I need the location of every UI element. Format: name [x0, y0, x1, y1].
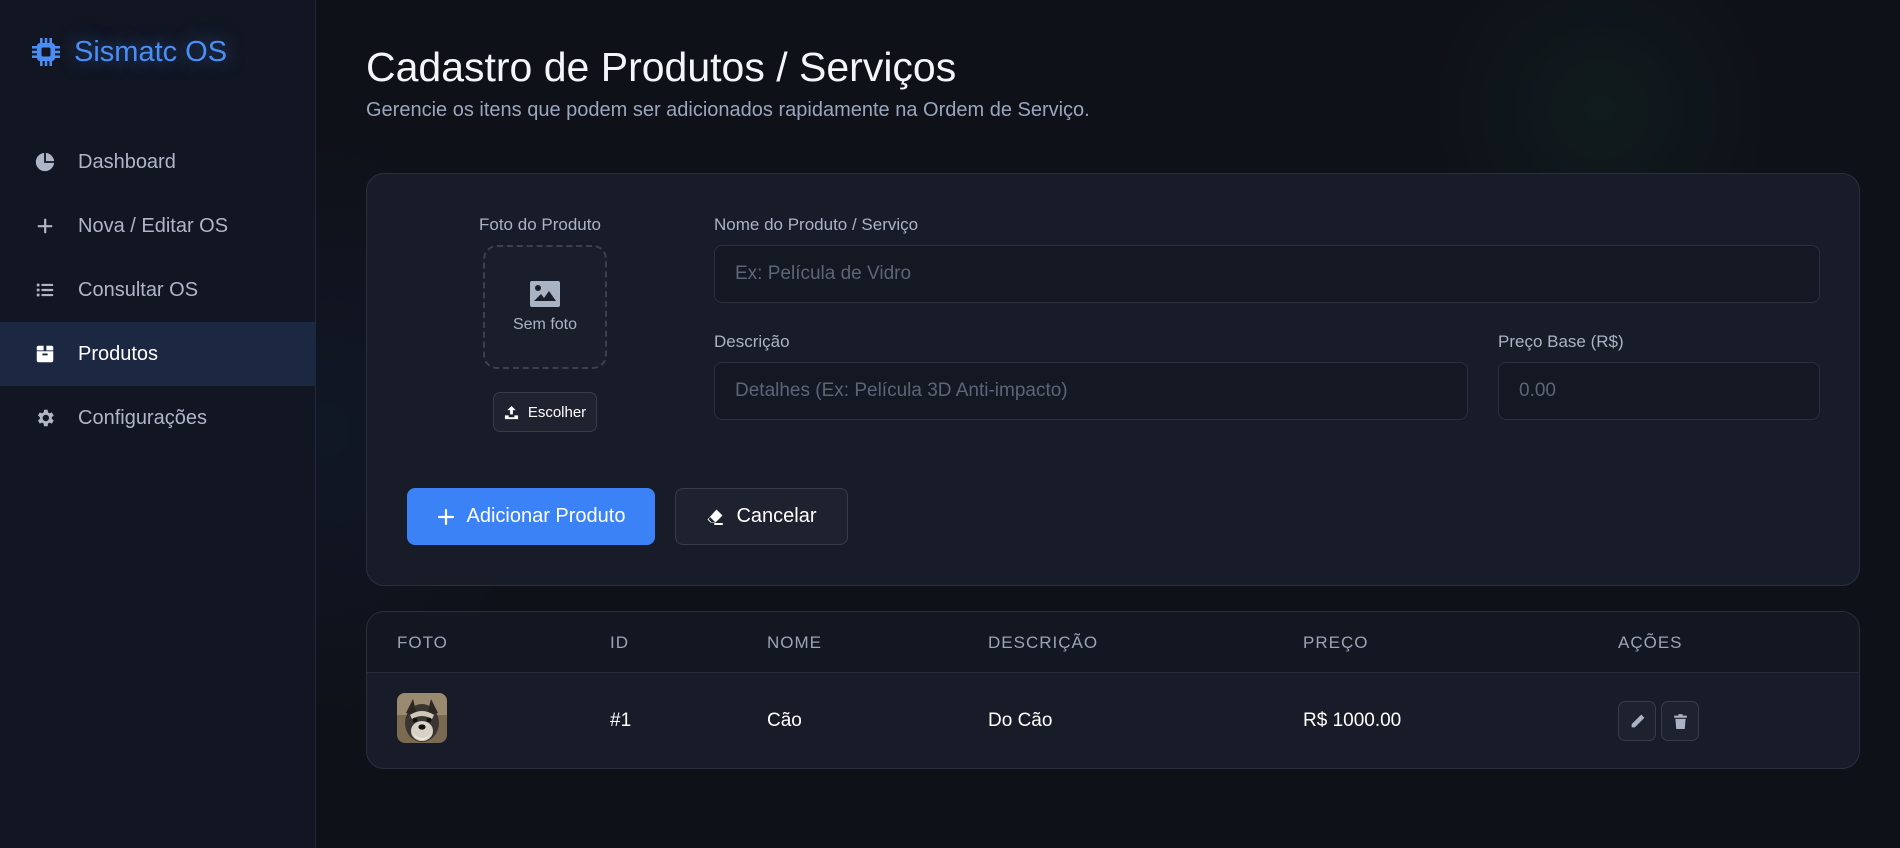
header-photo: FOTO [397, 633, 448, 652]
product-form-card: Foto do Produto Sem foto Escolher Nome d… [366, 173, 1860, 586]
photo-dropzone[interactable]: Sem foto [483, 245, 607, 369]
header-name: NOME [767, 633, 822, 652]
add-product-button[interactable]: Adicionar Produto [407, 488, 655, 545]
edit-button[interactable] [1618, 701, 1656, 741]
eraser-icon [707, 509, 724, 525]
sidebar: Sismatc OS Dashboard Nova / Editar OS Co… [0, 0, 316, 848]
price-label: Preço Base (R$) [1498, 332, 1624, 351]
cell-name: Cão [767, 710, 802, 731]
sidebar-item-label: Produtos [78, 342, 159, 365]
sidebar-item-label: Dashboard [78, 150, 176, 173]
sidebar-nav: Dashboard Nova / Editar OS Consultar OS … [0, 130, 316, 450]
no-photo-text: Sem foto [512, 316, 578, 333]
sidebar-item-nova-editar-os[interactable]: Nova / Editar OS [0, 194, 316, 258]
pie-chart-icon [35, 152, 55, 172]
main-content: Cadastro de Produtos / Serviços Gerencie… [316, 0, 1900, 848]
product-thumbnail [397, 693, 447, 743]
page-subtitle: Gerencie os itens que podem ser adiciona… [366, 99, 1090, 121]
add-product-label: Adicionar Produto [466, 505, 626, 527]
cell-description: Do Cão [988, 710, 1053, 731]
description-label: Descrição [714, 332, 790, 351]
photo-label: Foto do Produto [479, 215, 601, 234]
name-label: Nome do Produto / Serviço [714, 215, 919, 234]
products-table: FOTO ID NOME DESCRIÇÃO PREÇO AÇÕES #1 Cã… [366, 611, 1860, 769]
brand-name: Sismatc OS [74, 35, 228, 68]
trash-icon [1673, 713, 1687, 729]
cell-price: R$ 1000.00 [1303, 710, 1402, 731]
page-title: Cadastro de Produtos / Serviços [366, 44, 957, 90]
gear-icon [37, 409, 54, 427]
cell-id: #1 [610, 710, 632, 731]
delete-button[interactable] [1661, 701, 1699, 741]
sidebar-item-label: Configurações [78, 406, 207, 429]
header-actions: AÇÕES [1618, 633, 1683, 652]
sidebar-item-produtos[interactable]: Produtos [0, 322, 316, 386]
cancel-button[interactable]: Cancelar [675, 488, 848, 545]
sidebar-item-dashboard[interactable]: Dashboard [0, 130, 316, 194]
choose-label: Escolher [527, 403, 587, 421]
choose-photo-button[interactable]: Escolher [493, 392, 597, 432]
pencil-icon [1631, 714, 1644, 727]
image-icon [530, 281, 560, 307]
box-icon [36, 345, 54, 363]
sidebar-item-consultar-os[interactable]: Consultar OS [0, 258, 316, 322]
table-header: FOTO ID NOME DESCRIÇÃO PREÇO AÇÕES [367, 612, 1859, 673]
product-name-input[interactable] [714, 245, 1820, 303]
description-input[interactable] [714, 362, 1468, 420]
sidebar-item-label: Consultar OS [78, 278, 199, 301]
sidebar-item-label: Nova / Editar OS [78, 214, 229, 237]
sidebar-item-configuracoes[interactable]: Configurações [0, 386, 316, 450]
chip-icon [32, 38, 60, 66]
price-input[interactable] [1498, 362, 1820, 420]
plus-icon [37, 218, 53, 234]
header-id: ID [610, 633, 629, 652]
header-price: PREÇO [1303, 633, 1369, 652]
header-description: DESCRIÇÃO [988, 633, 1099, 652]
list-icon [36, 283, 54, 297]
upload-icon [504, 405, 518, 419]
plus-icon [437, 508, 454, 525]
brand[interactable]: Sismatc OS [30, 34, 227, 70]
cancel-label: Cancelar [736, 505, 817, 527]
